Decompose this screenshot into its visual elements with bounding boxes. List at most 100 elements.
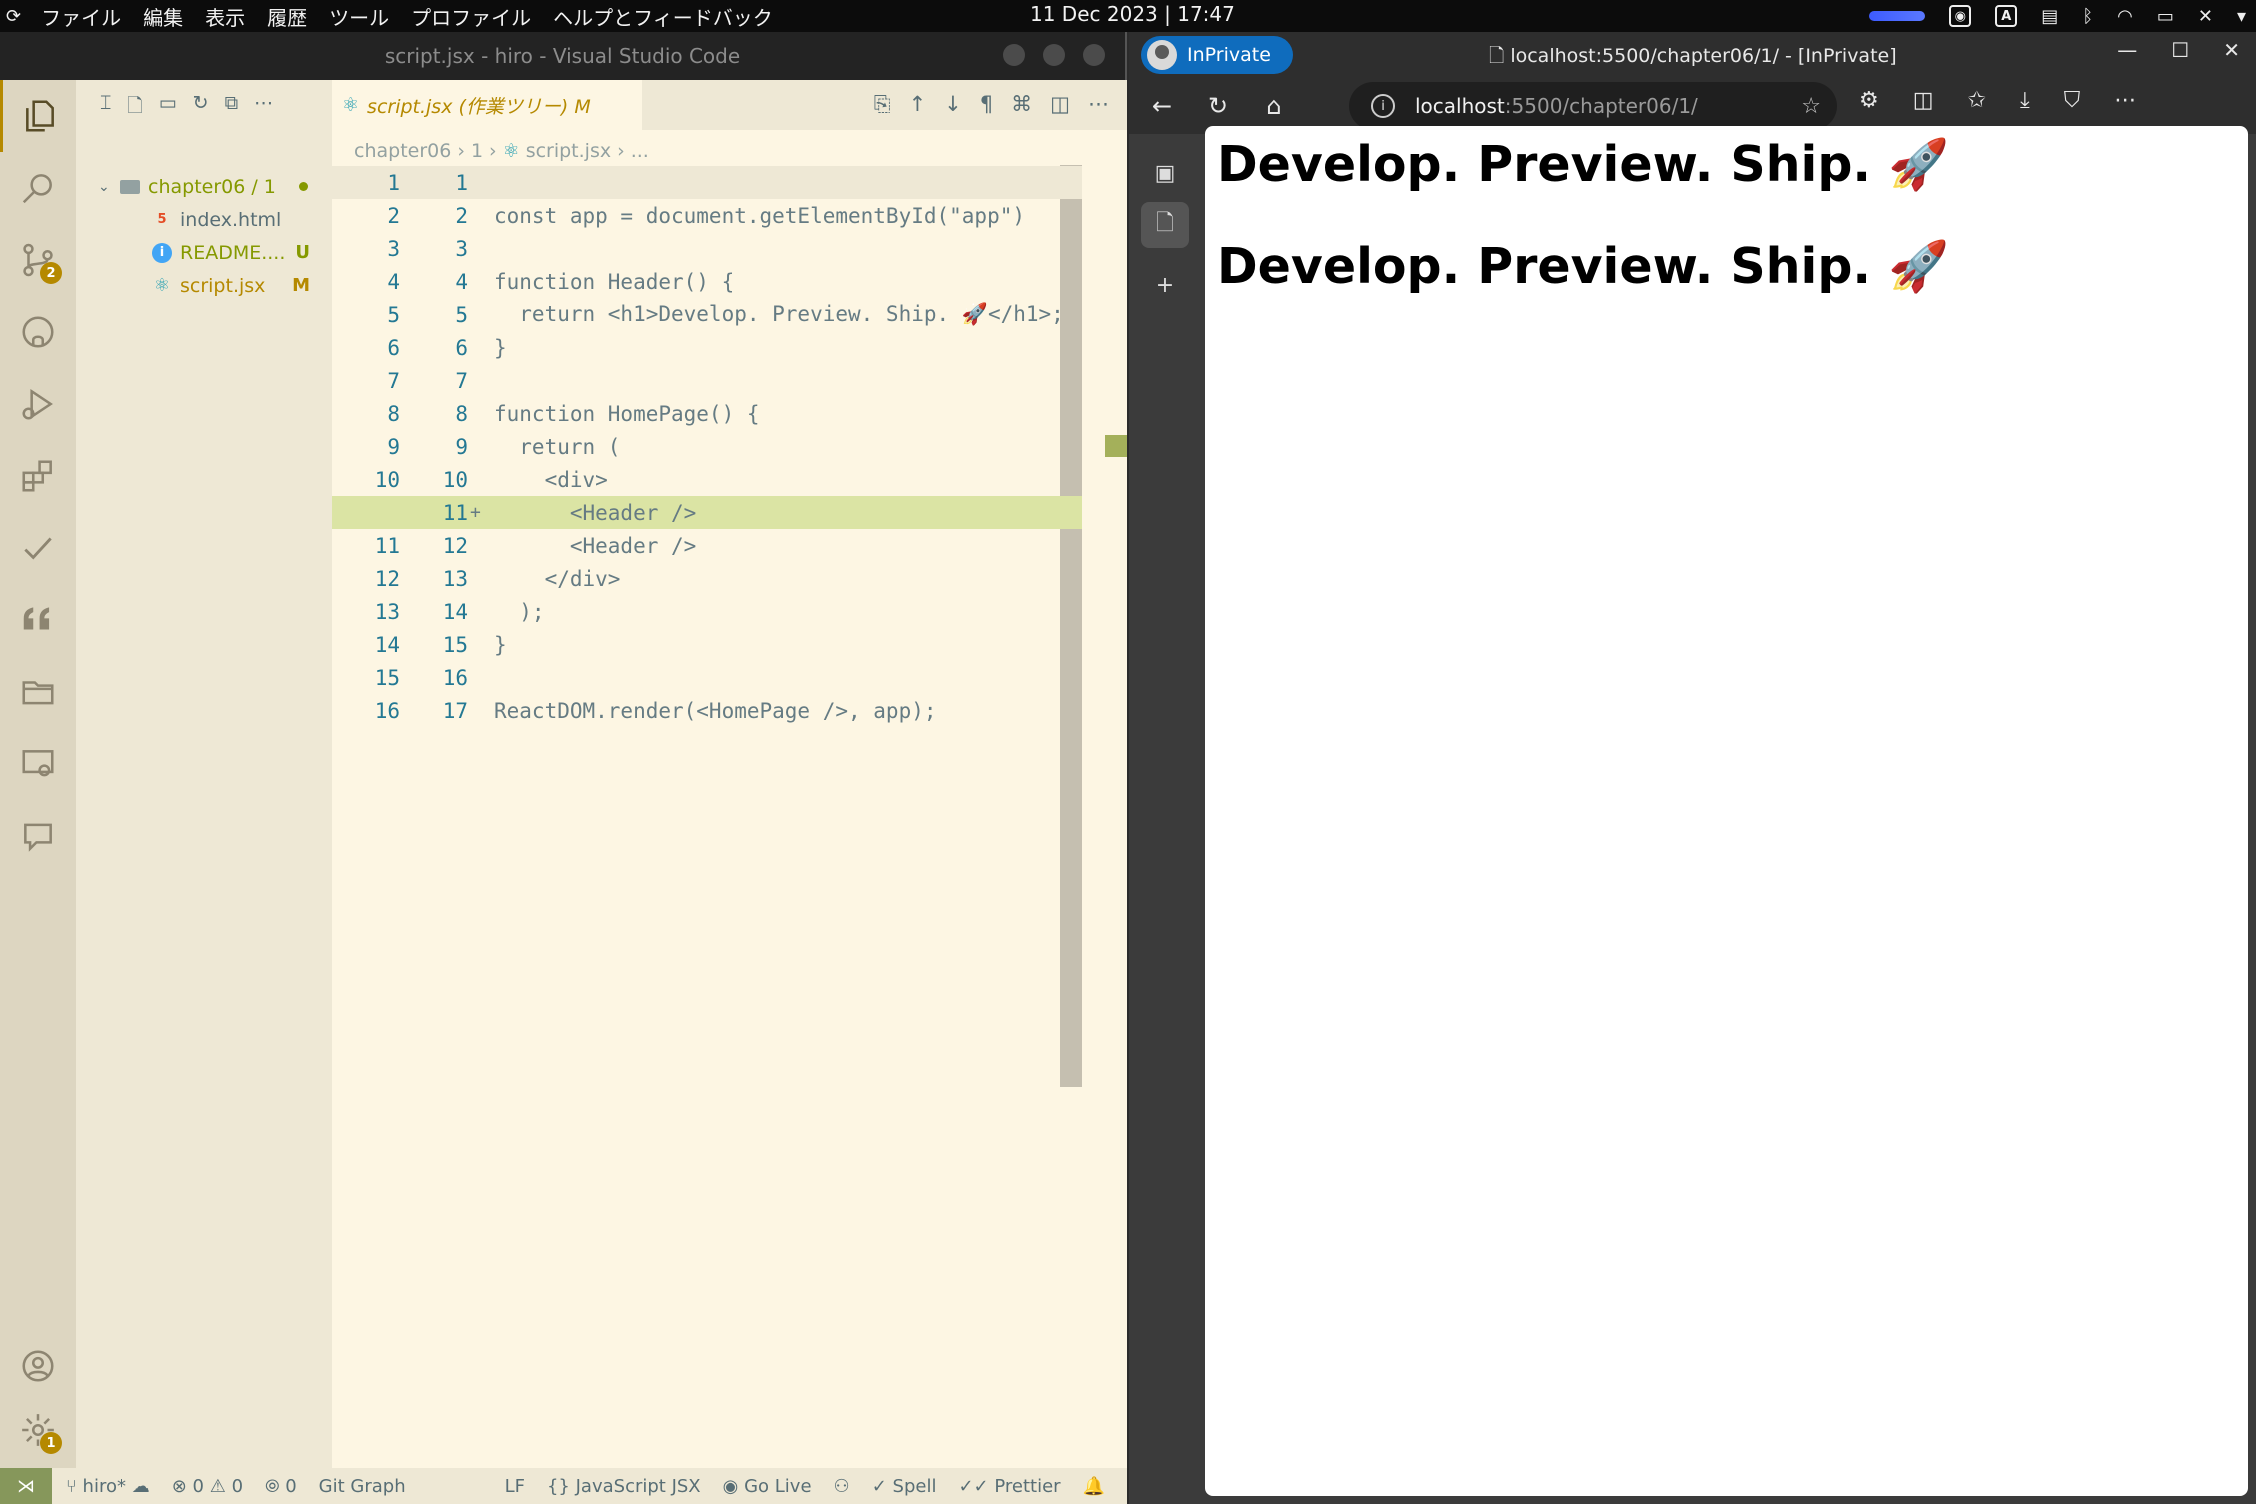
collapse-folders-icon[interactable]: ⌶ (100, 92, 111, 124)
favorites-icon[interactable]: ✩ (1968, 88, 1986, 113)
split-screen-icon[interactable]: ◫ (1913, 88, 1934, 113)
ports-status[interactable]: ⦾ 0 (265, 1476, 297, 1497)
page-icon: 🗋 (1489, 45, 1505, 67)
close-button[interactable]: ✕ (2223, 38, 2240, 62)
line-number-modified: 17 (442, 698, 468, 723)
input-method-icon[interactable]: A (1995, 5, 2018, 27)
menu-view[interactable]: 表示 (205, 2, 245, 31)
problems-status[interactable]: ⊗ 0 ⚠ 0 (172, 1476, 243, 1497)
code-line: 16 17 ReactDOM.render(<HomePage />, app)… (332, 694, 1082, 727)
source-control-icon[interactable]: 2 (0, 224, 76, 296)
go-live-button[interactable]: ◉ Go Live (723, 1476, 812, 1497)
battery-icon[interactable]: ▭ (2157, 6, 2174, 27)
account-icon[interactable] (0, 1330, 76, 1402)
breadcrumb-folder[interactable]: chapter06 (354, 140, 451, 162)
bell-icon[interactable]: 🔔 (1083, 1476, 1105, 1497)
new-file-icon[interactable]: 🗋 (127, 92, 142, 124)
open-file-icon[interactable]: ⎘ (874, 92, 891, 117)
previous-change-icon[interactable]: ↑ (909, 92, 927, 117)
run-debug-icon[interactable] (0, 368, 76, 440)
search-icon[interactable] (0, 152, 76, 224)
tree-file-script-jsx[interactable]: ⚛ script.jsx M (76, 269, 332, 302)
tab-title-text: localhost:5500/chapter06/1/ - [InPrivate… (1510, 45, 1897, 67)
window-title: script.jsx - hiro - Visual Studio Code (384, 44, 741, 68)
collapse-all-icon[interactable]: ⧉ (225, 92, 239, 124)
extensions-icon[interactable]: ⚙ (1859, 88, 1879, 113)
eol-status[interactable]: LF (505, 1476, 525, 1497)
breadcrumb-subfolder[interactable]: 1 (471, 140, 483, 162)
tree-folder-chapter06[interactable]: ⌄ chapter06 / 1 (76, 170, 332, 203)
close-button[interactable] (1083, 44, 1105, 66)
explorer-icon[interactable] (0, 80, 76, 152)
favorite-star-icon[interactable]: ☆ (1801, 94, 1821, 119)
camera-icon[interactable]: ◉ (1949, 5, 1972, 27)
menu-help[interactable]: ヘルプとフィードバック (553, 2, 773, 31)
bluetooth-icon[interactable]: ᛒ (2082, 6, 2093, 27)
remote-explorer-icon[interactable] (0, 728, 76, 800)
back-button[interactable]: ← (1139, 92, 1185, 120)
settings-more-icon[interactable]: ⋯ (2114, 88, 2136, 113)
menu-tools[interactable]: ツール (329, 2, 389, 31)
minimize-button[interactable] (1003, 44, 1025, 66)
prettier-status[interactable]: ✓✓ Prettier (958, 1476, 1060, 1497)
wifi-icon[interactable]: ◠ (2117, 6, 2133, 27)
extensions-icon[interactable] (0, 440, 76, 512)
clipboard-icon[interactable]: ▤ (2041, 6, 2058, 27)
activity-indicator[interactable] (1869, 11, 1926, 21)
line-number-original: 16 (374, 698, 400, 723)
tree-file-readme[interactable]: i README.... U (76, 236, 332, 269)
testing-icon[interactable] (0, 512, 76, 584)
app-launcher-icon[interactable]: ⟳ (6, 6, 21, 27)
maximize-button[interactable]: ☐ (2171, 38, 2189, 62)
system-clock[interactable]: 11 Dec 2023 | 17:47 (1030, 2, 1235, 26)
refresh-icon[interactable]: ↻ (193, 92, 209, 124)
folder-icon[interactable] (0, 656, 76, 728)
warning-count: 0 (231, 1475, 244, 1497)
menu-history[interactable]: 履歴 (267, 2, 307, 31)
minimize-button[interactable]: — (2117, 38, 2137, 62)
tab-label: script.jsx (作業ツリー) M (367, 95, 591, 118)
split-editor-icon[interactable]: ◫ (1050, 92, 1070, 117)
comments-icon[interactable] (0, 800, 76, 872)
address-bar[interactable]: i localhost:5500/chapter06/1/ ☆ (1349, 82, 1837, 130)
tab-actions-icon[interactable]: ▣ (1141, 150, 1189, 196)
github-icon[interactable] (0, 296, 76, 368)
browser-tab-title[interactable]: 🗋 localhost:5500/chapter06/1/ - [InPriva… (1489, 42, 1897, 74)
copilot-icon[interactable]: ⚇ (834, 1476, 850, 1497)
quote-icon[interactable] (0, 584, 76, 656)
notifications-muted-icon[interactable]: ✕ (2198, 6, 2213, 27)
menu-profile[interactable]: プロファイル (411, 2, 531, 31)
maximize-button[interactable] (1043, 44, 1065, 66)
file-label: script.jsx (180, 274, 266, 297)
git-graph-button[interactable]: Git Graph (319, 1476, 406, 1497)
more-actions-icon[interactable]: ⋯ (254, 92, 273, 124)
site-info-icon[interactable]: i (1371, 94, 1395, 118)
branch-status[interactable]: ⑂ hiro* ☁ (66, 1476, 150, 1497)
breadcrumb-symbol[interactable]: ... (631, 140, 649, 162)
tab-script-jsx[interactable]: ⚛ script.jsx (作業ツリー) M (332, 80, 642, 130)
menu-file[interactable]: ファイル (41, 2, 121, 31)
next-change-icon[interactable]: ↓ (944, 92, 962, 117)
whitespace-icon[interactable]: ¶ (980, 92, 993, 117)
browser-essentials-icon[interactable]: ⛉ (2064, 88, 2081, 113)
reload-button[interactable]: ↻ (1195, 92, 1241, 120)
double-check-icon: ✓✓ (958, 1475, 989, 1497)
new-tab-icon[interactable]: + (1141, 262, 1189, 308)
chevron-down-icon[interactable]: ▾ (2237, 6, 2246, 27)
inprivate-profile-button[interactable]: InPrivate (1141, 36, 1293, 74)
new-folder-icon[interactable]: ▭ (159, 92, 177, 124)
chevron-right-icon: › (489, 140, 497, 162)
vertical-tab-page[interactable]: 🗋 (1141, 202, 1189, 248)
spell-status[interactable]: ✓ Spell (872, 1476, 937, 1497)
home-button[interactable]: ⌂ (1251, 92, 1297, 120)
language-status[interactable]: {} JavaScript JSX (547, 1476, 701, 1497)
more-actions-icon[interactable]: ⋯ (1088, 92, 1109, 117)
downloads-icon[interactable]: ⤓ (2020, 88, 2030, 113)
line-number-modified: 13 (442, 566, 468, 591)
remote-indicator-icon[interactable]: ⋊ (0, 1468, 52, 1504)
settings-gear-icon[interactable]: 1 (0, 1394, 76, 1466)
tree-file-index-html[interactable]: 5 index.html (76, 203, 332, 236)
menu-edit[interactable]: 編集 (143, 2, 183, 31)
map-icon[interactable]: ⌘ (1011, 92, 1032, 117)
breadcrumb-file[interactable]: script.jsx (526, 140, 611, 162)
